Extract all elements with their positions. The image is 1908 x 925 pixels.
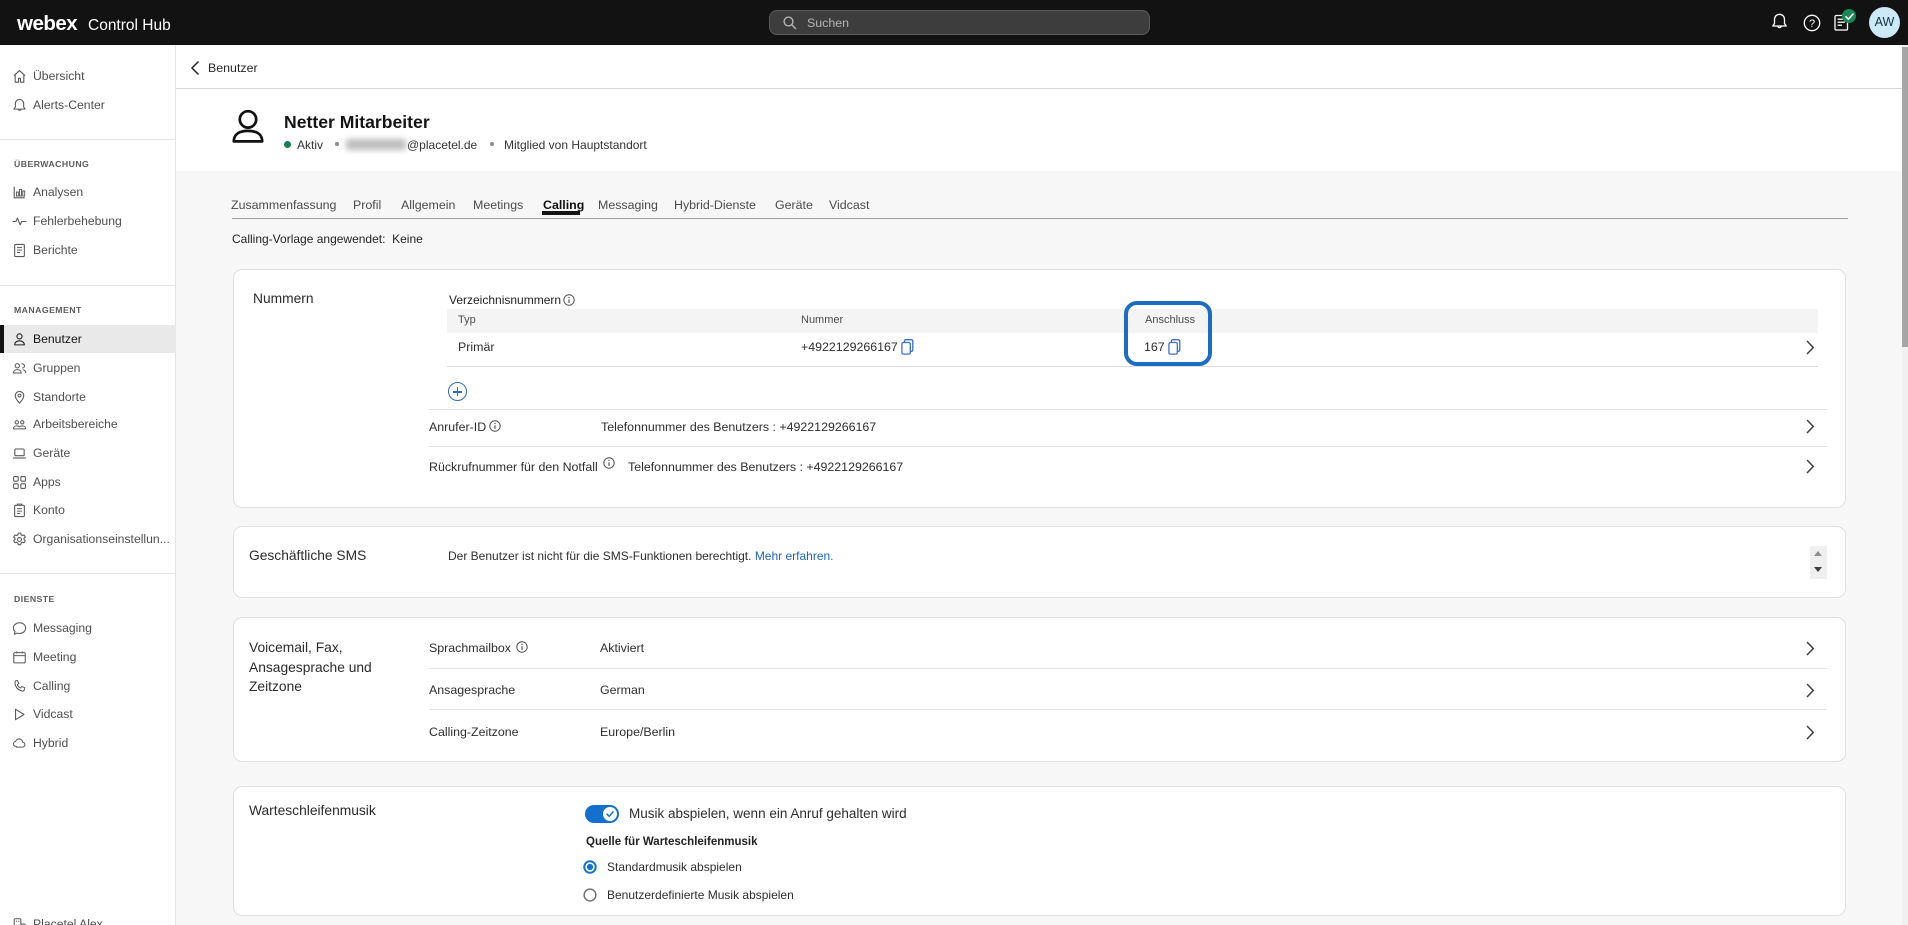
svg-text:?: ? bbox=[1809, 18, 1815, 30]
